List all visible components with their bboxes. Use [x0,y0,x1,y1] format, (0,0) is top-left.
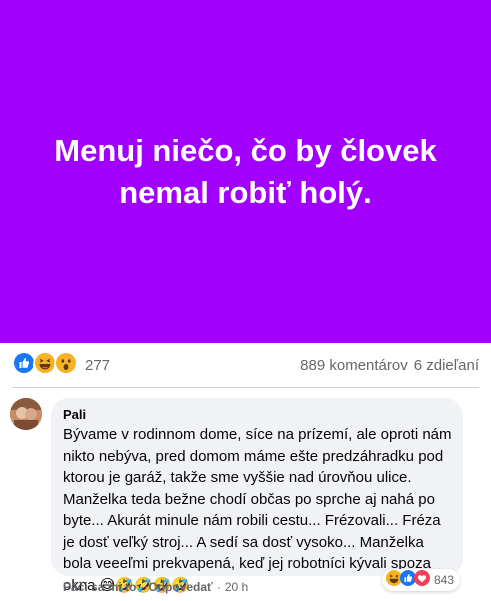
like-link[interactable]: Páči sa mi to [63,580,136,594]
comment-reaction-count: 843 [434,573,455,587]
wow-icon [54,350,78,380]
shares-count[interactable]: 6 zdieľaní [414,357,479,374]
avatar[interactable] [10,398,42,430]
separator: · [216,580,221,594]
comment-author[interactable]: Pali [63,406,451,424]
post-banner: Menuj niečo, čo by človek nemal robiť ho… [0,0,491,343]
comments-count[interactable]: 889 komentárov [300,357,408,374]
comment-time[interactable]: 20 h [225,580,248,594]
reaction-count[interactable]: 277 [85,357,110,374]
reaction-summary[interactable] [12,350,78,380]
comment-bubble: Pali Bývame v rodinnom dome, síce na prí… [51,398,463,594]
comment-actions: Páči sa mi to · Odpovedať · 20 h [63,580,248,594]
reactions-bar: 277 889 komentárov 6 zdieľaní [0,343,491,387]
separator: · [140,580,145,594]
reply-link[interactable]: Odpovedať [148,580,212,594]
divider [12,387,479,388]
comment-reactions[interactable]: 843 [382,569,461,591]
post-text: Menuj niečo, čo by človek nemal robiť ho… [54,132,437,210]
post-stats: 889 komentárov 6 zdieľaní [300,357,479,374]
love-icon [414,569,430,591]
